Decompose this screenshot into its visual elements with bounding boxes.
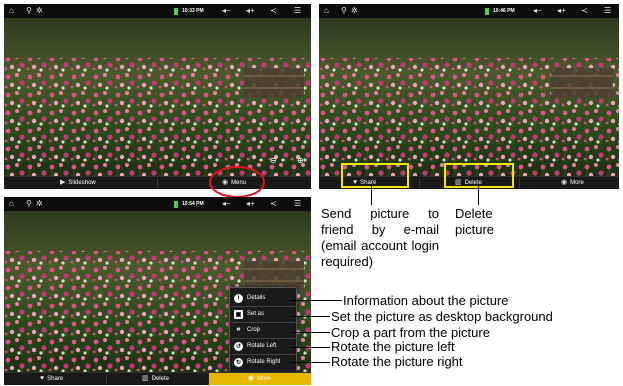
delete-highlight-box xyxy=(444,163,514,188)
info-icon: i xyxy=(234,293,243,303)
divider xyxy=(519,178,520,188)
flower-photo xyxy=(319,18,619,177)
home-icon[interactable]: ⌂ xyxy=(9,7,14,15)
menu-item-crop[interactable]: ⌗ Crop xyxy=(234,324,260,336)
flower-photo xyxy=(4,18,311,177)
rotate-left-callout: Rotate the picture left xyxy=(331,339,455,354)
notification-icon: ✲ xyxy=(36,6,43,15)
menu-icon[interactable]: ☰ xyxy=(294,200,301,208)
zoom-out-icon[interactable]: ⊖ xyxy=(270,156,277,165)
menu-icon[interactable]: ☰ xyxy=(604,7,611,15)
usb-icon: ⚲ xyxy=(26,199,32,208)
status-time: 10:54 PM xyxy=(182,201,204,207)
rotate-right-pointer-line xyxy=(290,362,330,363)
menu-item-label: Rotate Right xyxy=(247,359,281,365)
volume-down-icon[interactable]: ◂− xyxy=(533,7,542,15)
more-label: More xyxy=(257,375,271,382)
menu-item-label: Details xyxy=(247,295,266,301)
battery-icon xyxy=(174,201,178,208)
menu-item-label: Rotate Left xyxy=(247,343,277,349)
divider xyxy=(231,306,295,307)
menu-highlight-circle xyxy=(209,166,265,198)
home-icon[interactable]: ⌂ xyxy=(324,7,329,15)
delete-button[interactable]: ▥ Delete xyxy=(142,375,169,382)
screenshot-more-menu: ⌂ ⚲ ✲ 10:54 PM ◂− ◂+ ≺ ☰ i Details ▣ Set… xyxy=(4,197,311,385)
menu-icon[interactable]: ☰ xyxy=(294,7,301,15)
menu-item-rotate-right[interactable]: ↻ Rotate Right xyxy=(234,356,280,368)
crop-pointer-line xyxy=(290,332,330,333)
back-icon[interactable]: ≺ xyxy=(270,7,277,15)
back-icon[interactable]: ≺ xyxy=(581,7,588,15)
volume-down-icon[interactable]: ◂− xyxy=(222,200,231,208)
screenshot-menu-open: ⌂ ⚲ ✲ 10:46 PM ◂− ◂+ ≺ ☰ ♥ Share ▥ Delet… xyxy=(319,4,619,189)
details-callout: Information about the picture xyxy=(343,293,509,308)
status-bar: ⌂ ⚲ ✲ 10:46 PM ◂− ◂+ ≺ ☰ xyxy=(319,4,619,18)
divider xyxy=(419,178,420,188)
divider xyxy=(157,178,158,188)
back-icon[interactable]: ≺ xyxy=(270,200,277,208)
share-description: Send picture to friend by e-mail (email … xyxy=(321,206,439,269)
play-icon: ▶ xyxy=(60,179,66,186)
more-circle-icon: ◉ xyxy=(561,179,568,186)
share-label: Share xyxy=(47,375,64,382)
divider xyxy=(231,338,295,339)
notification-icon: ✲ xyxy=(351,6,358,15)
menu-item-rotate-left[interactable]: ↺ Rotate Left xyxy=(234,340,276,352)
more-label: More xyxy=(570,179,584,186)
zoom-in-icon[interactable]: ⊕ xyxy=(297,156,304,165)
crop-callout: Crop a part from the picture xyxy=(331,325,490,340)
volume-down-icon[interactable]: ◂− xyxy=(222,7,231,15)
screenshot-slideshow: ⌂ ⚲ ✲ 10:33 PM ◂− ◂+ ≺ ☰ ⊖ ⊕ ▶ Slideshow… xyxy=(4,4,311,189)
notification-icon: ✲ xyxy=(36,199,43,208)
share-button[interactable]: ♥ Share xyxy=(40,375,63,382)
delete-description: Delete picture xyxy=(455,206,495,237)
set-as-pointer-line xyxy=(290,316,330,317)
details-pointer-line xyxy=(290,300,342,301)
slideshow-button[interactable]: ▶ Slideshow xyxy=(60,179,96,186)
menu-item-label: Set as xyxy=(247,311,265,317)
trash-icon: ▥ xyxy=(142,375,149,382)
crop-icon: ⌗ xyxy=(236,326,241,333)
status-time: 10:46 PM xyxy=(493,8,515,14)
more-button[interactable]: ◉ More xyxy=(248,375,271,382)
battery-icon xyxy=(174,8,178,15)
rotate-left-icon: ↺ xyxy=(234,341,243,351)
share-icon: ♥ xyxy=(40,375,45,382)
divider xyxy=(106,374,107,384)
menu-item-label: Crop xyxy=(247,327,261,333)
more-circle-icon: ◉ xyxy=(248,375,255,382)
slideshow-label: Slideshow xyxy=(68,179,96,186)
set-as-callout: Set the picture as desktop background xyxy=(331,309,553,324)
volume-up-icon[interactable]: ◂+ xyxy=(246,200,255,208)
bottom-bar: ♥ Share ▥ Delete ◉ More xyxy=(4,372,311,385)
menu-item-set-as[interactable]: ▣ Set as xyxy=(234,308,264,320)
usb-icon: ⚲ xyxy=(26,6,32,15)
status-bar: ⌂ ⚲ ✲ 10:33 PM ◂− ◂+ ≺ ☰ xyxy=(4,4,311,18)
more-popup-menu: i Details ▣ Set as ⌗ Crop ↺ Rotate Left … xyxy=(229,287,297,373)
divider xyxy=(231,354,295,355)
status-time: 10:33 PM xyxy=(182,8,204,14)
rotate-right-callout: Rotate the picture right xyxy=(331,354,463,369)
usb-icon: ⚲ xyxy=(341,6,347,15)
set-as-icon: ▣ xyxy=(234,309,243,319)
volume-up-icon[interactable]: ◂+ xyxy=(246,7,255,15)
battery-icon xyxy=(485,8,489,15)
share-highlight-box xyxy=(341,163,409,188)
divider xyxy=(231,322,295,323)
menu-item-details[interactable]: i Details xyxy=(234,292,265,304)
rotate-right-icon: ↻ xyxy=(234,357,243,367)
share-pointer-line xyxy=(371,184,372,205)
volume-up-icon[interactable]: ◂+ xyxy=(557,7,566,15)
delete-label: Delete xyxy=(151,375,169,382)
delete-pointer-line xyxy=(478,184,479,205)
rotate-left-pointer-line xyxy=(290,347,330,348)
home-icon[interactable]: ⌂ xyxy=(9,200,14,208)
more-button[interactable]: ◉ More xyxy=(561,179,584,186)
status-bar: ⌂ ⚲ ✲ 10:54 PM ◂− ◂+ ≺ ☰ xyxy=(4,197,311,211)
